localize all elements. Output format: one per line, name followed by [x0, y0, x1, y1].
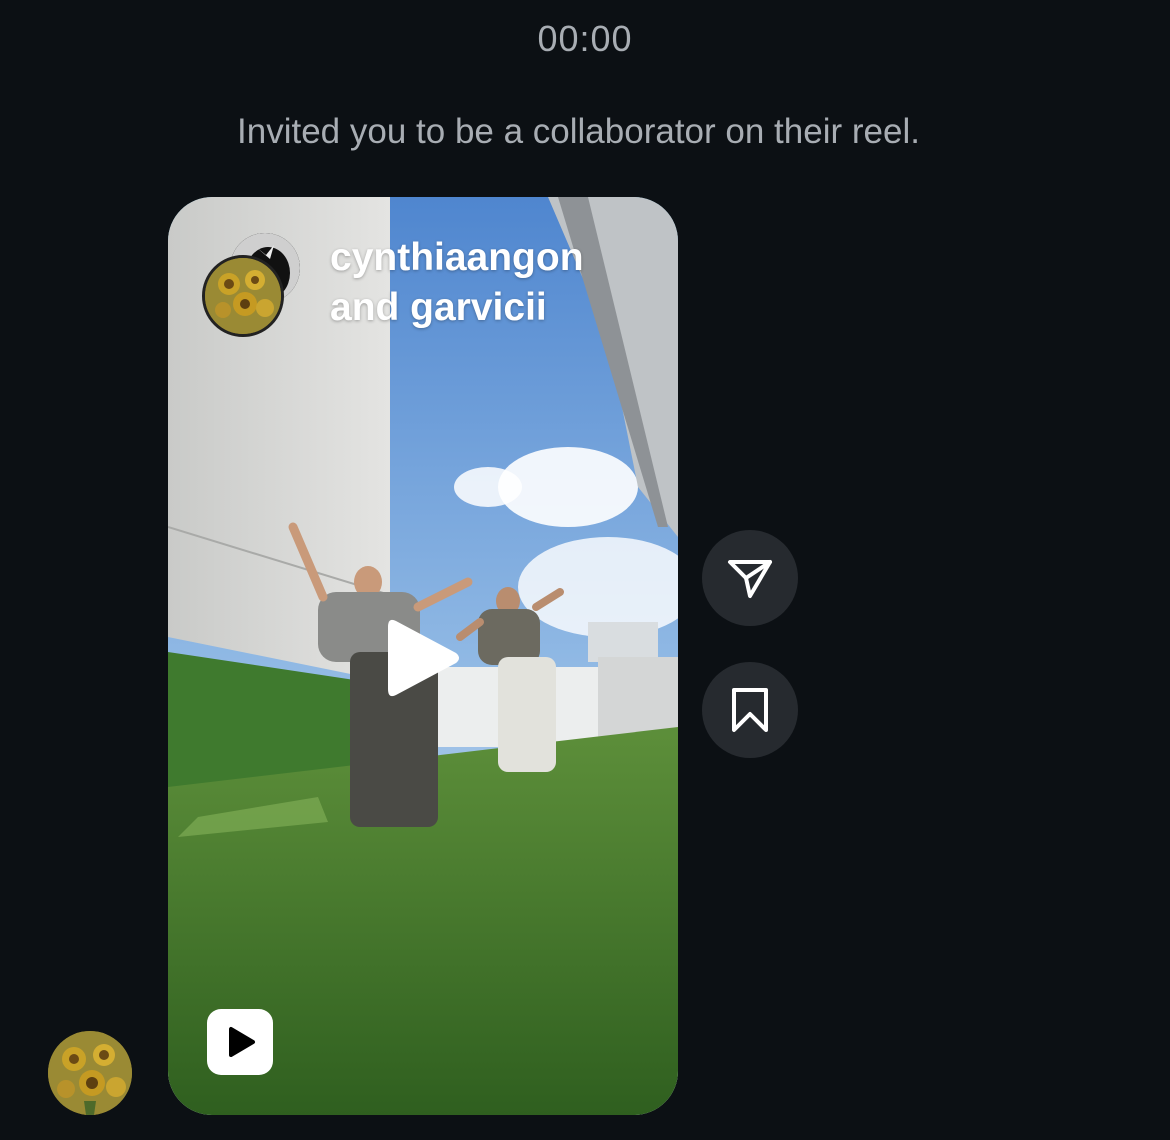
shared-reel-card[interactable]: cynthiaangon and garvicii	[168, 197, 678, 1115]
share-icon	[728, 560, 772, 598]
collab-invite-notice: Invited you to be a collaborator on thei…	[237, 112, 920, 151]
collaborator-names[interactable]: cynthiaangon and garvicii	[330, 233, 650, 333]
play-icon[interactable]	[386, 615, 462, 701]
collaborator-names-line2: and garvicii	[330, 286, 547, 329]
save-button[interactable]	[702, 662, 798, 758]
share-button[interactable]	[702, 530, 798, 626]
message-timestamp: 00:00	[537, 18, 633, 59]
dm-thread-screen: 00:00 Invited you to be a collaborator o…	[0, 0, 1170, 1140]
sender-avatar[interactable]	[48, 1031, 132, 1115]
reels-icon	[207, 1009, 273, 1075]
bookmark-icon	[732, 688, 768, 732]
collaborator-avatar-cynthiaangon	[202, 255, 284, 337]
collaborator-names-line1: cynthiaangon	[330, 236, 584, 279]
